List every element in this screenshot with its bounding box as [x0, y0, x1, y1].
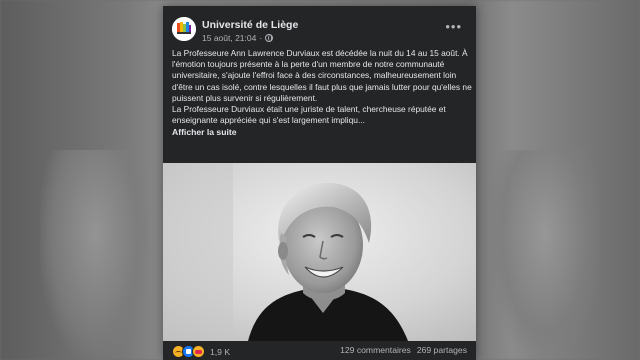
blurred-background-portrait-left [40, 150, 150, 360]
reactions-summary[interactable]: 1,9 K [172, 345, 230, 358]
engagement-counts: 129 commentaires 269 partages [340, 345, 467, 355]
care-reaction-icon [192, 345, 205, 358]
see-more-link[interactable]: Afficher la suite [172, 127, 236, 138]
globe-icon [265, 34, 274, 42]
post-text: La Professeure Ann Lawrence Durviaux est… [172, 48, 472, 139]
post-timestamp[interactable]: 15 août, 21:04 [202, 33, 256, 43]
facebook-post-card: Université de Liège 15 août, 21:04 · •••… [163, 6, 476, 360]
comments-count-link[interactable]: 129 commentaires [340, 345, 411, 355]
blurred-background-portrait-right [490, 150, 600, 360]
portrait-photo-image [163, 163, 476, 341]
page-name-link[interactable]: Université de Liège [202, 19, 298, 31]
page-avatar[interactable] [172, 17, 196, 41]
post-photo[interactable] [163, 163, 476, 341]
post-paragraph-1: La Professeure Ann Lawrence Durviaux est… [172, 48, 472, 103]
post-header: Université de Liège 15 août, 21:04 · ••• [172, 15, 468, 45]
shares-count-link[interactable]: 269 partages [417, 345, 467, 355]
post-meta: 15 août, 21:04 · [202, 33, 274, 43]
reaction-count: 1,9 K [210, 346, 231, 357]
post-paragraph-2: La Professeure Durviaux était une jurist… [172, 104, 446, 126]
more-options-icon[interactable]: ••• [445, 19, 462, 34]
post-footer: 1,9 K 129 commentaires 269 partages [172, 345, 467, 359]
uliege-logo-icon [172, 17, 196, 41]
